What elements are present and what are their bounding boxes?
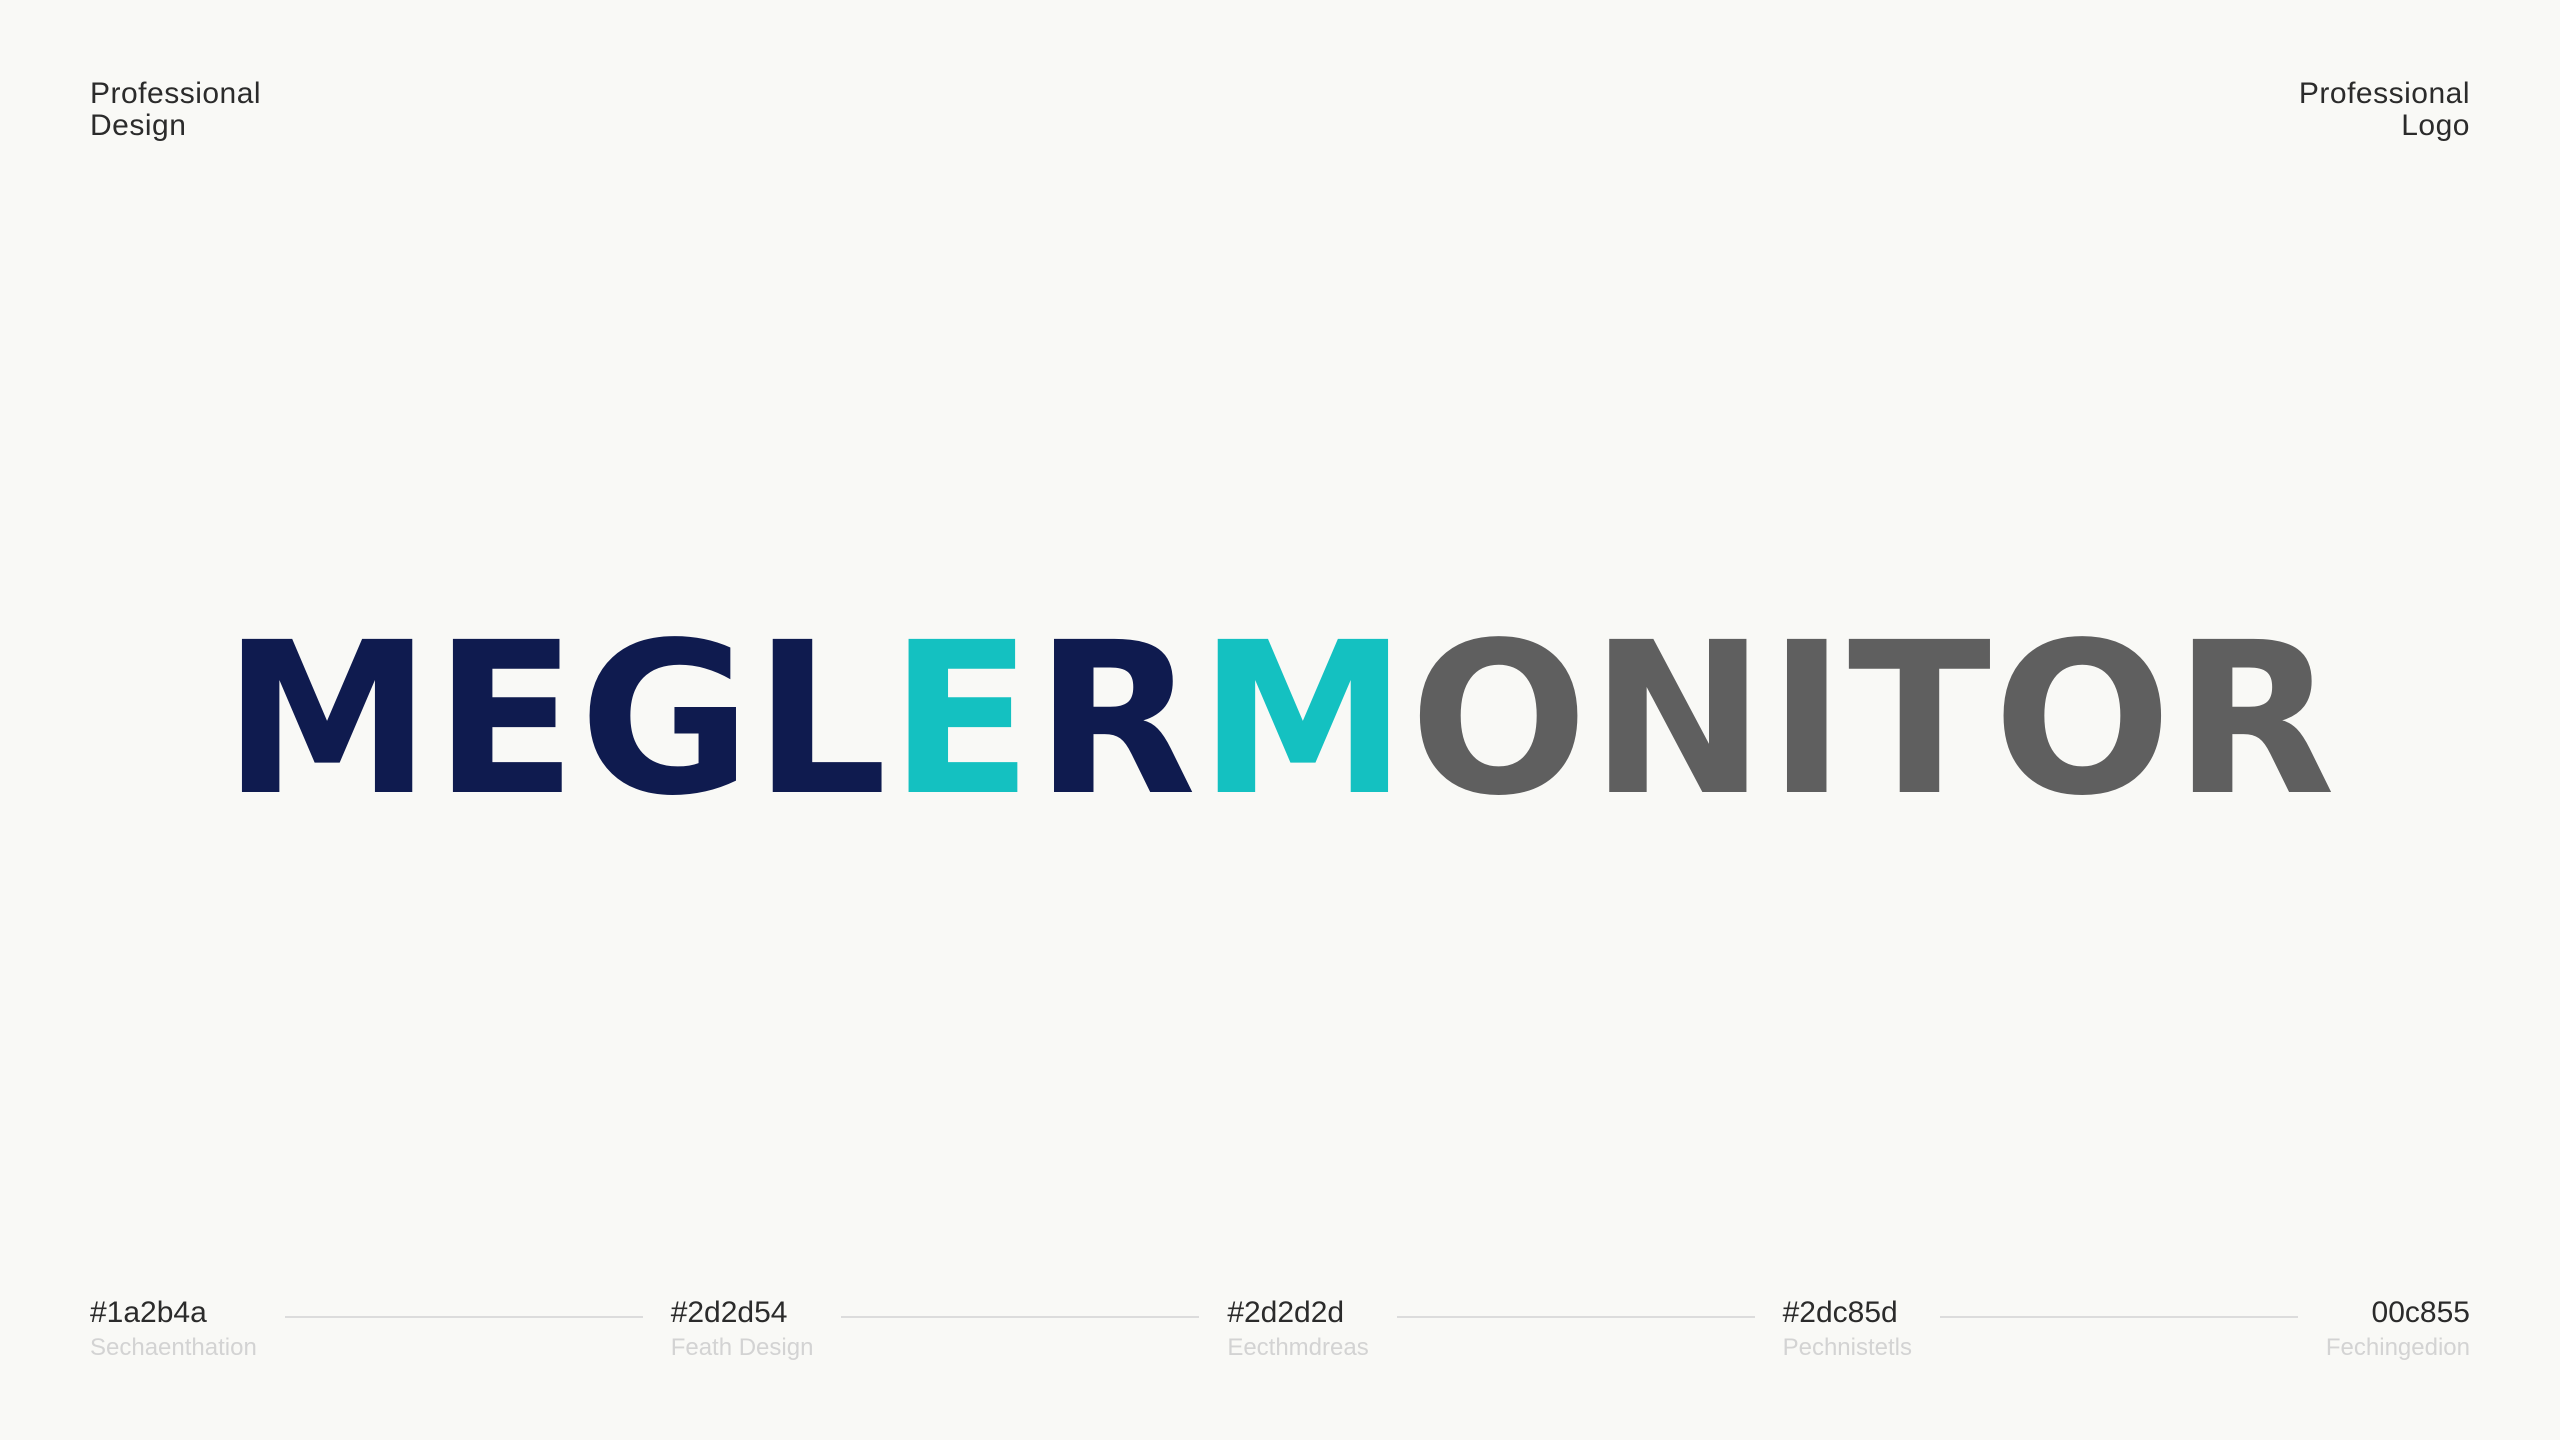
corner-left-line2: Design (90, 109, 187, 142)
brand-wordmark: MEGLERMONITOR (0, 600, 2560, 840)
corner-right-line1: Professional (2298, 77, 2470, 110)
palette-caption: Fechingedion (2325, 1334, 2470, 1361)
color-palette: #1a2b4a Sechaenthation #2d2d54 Feath Des… (90, 1296, 2470, 1376)
palette-item: 00c855 Fechingedion (2326, 1296, 2470, 1362)
palette-item: #2d2d2d Eecthmdreas (1227, 1296, 1368, 1362)
palette-caption: Feath Design (670, 1334, 814, 1361)
corner-left-line1: Professional (90, 77, 262, 110)
wordmark-part-teal-m: M (1198, 597, 1410, 842)
wordmark-part-gray: ONITOR (1409, 597, 2338, 842)
wordmark-part-teal-e: E (889, 597, 1035, 842)
palette-caption: Eecthmdreas (1227, 1334, 1369, 1361)
palette-divider (284, 1316, 643, 1318)
palette-hex: 00c855 (2371, 1296, 2470, 1329)
wordmark-part-navy: MEGL (222, 597, 890, 842)
palette-hex: #2d2d2d (1227, 1296, 1345, 1329)
palette-divider (1396, 1316, 1755, 1318)
corner-right-line2: Logo (2401, 109, 2470, 142)
palette-hex: #2dc85d (1782, 1296, 1898, 1329)
palette-hex: #1a2b4a (90, 1296, 207, 1329)
palette-divider (1940, 1316, 2298, 1318)
corner-label-left: Professional Design (90, 78, 261, 142)
palette-caption: Pechnistetls (1782, 1334, 1912, 1361)
palette-caption: Sechaenthation (90, 1334, 257, 1361)
palette-hex: #2d2d54 (670, 1296, 788, 1329)
palette-divider (841, 1316, 1200, 1318)
wordmark-part-navy-r: R (1034, 597, 1199, 842)
palette-item: #1a2b4a Sechaenthation (90, 1296, 257, 1362)
palette-item: #2d2d54 Feath Design (671, 1296, 814, 1362)
corner-label-right: Professional Logo (2299, 78, 2470, 142)
palette-item: #2dc85d Pechnistetls (1783, 1296, 1912, 1362)
